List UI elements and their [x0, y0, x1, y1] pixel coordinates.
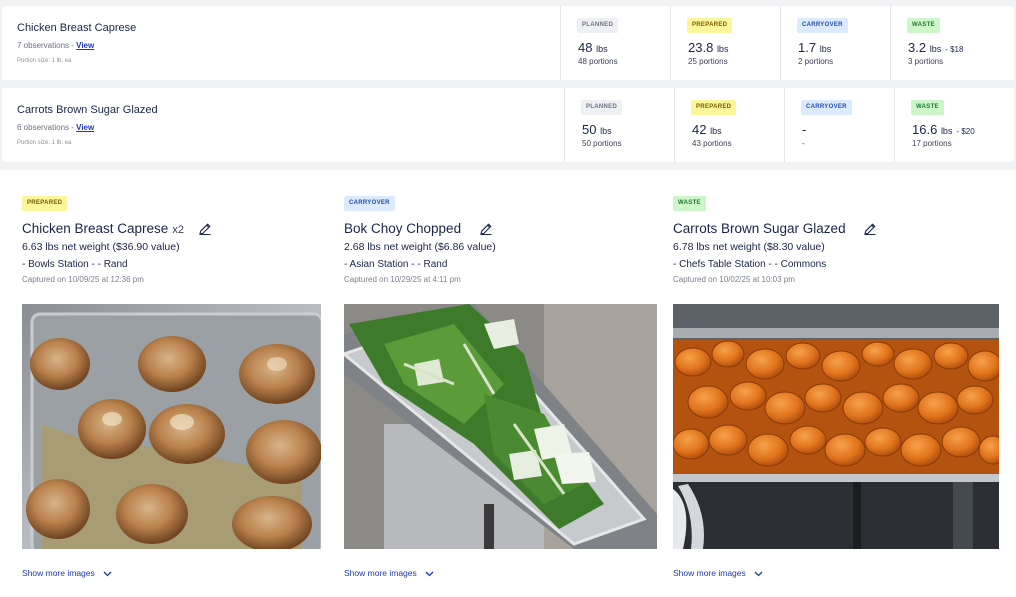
observation-captured: Captured on 10/29/25 at 4:11 pm: [344, 275, 461, 284]
waste-amount: 3.2 lbs - $18: [908, 40, 964, 55]
stat-planned: PLANNED 50 lbs 50 portions: [564, 88, 675, 162]
stat-carryover: CARRYOVER 1.7 lbs 2 portions: [780, 6, 891, 80]
observation-multiplier: x2: [172, 224, 184, 236]
portion-size: Portion size: 1 lb. ea: [17, 140, 72, 146]
chevron-down-icon: [754, 571, 763, 577]
show-more-images-button[interactable]: Show more images: [22, 568, 112, 578]
prepared-amount: 23.8 lbs: [688, 40, 729, 55]
observation-weight: 2.68 lbs net weight ($6.86 value): [344, 241, 496, 253]
pencil-icon[interactable]: [198, 222, 212, 236]
carryover-badge: CARRYOVER: [801, 100, 852, 115]
observation-station: - Chefs Table Station - - Commons: [673, 259, 827, 270]
prepared-portions: 25 portions: [688, 57, 728, 66]
observation-badge: WASTE: [673, 196, 706, 211]
waste-portions: 17 portions: [912, 139, 952, 148]
show-more-images-button[interactable]: Show more images: [673, 568, 763, 578]
show-more-images-button[interactable]: Show more images: [344, 568, 434, 578]
carryover-amount: -: [802, 122, 807, 137]
summary-card: Chicken Breast Caprese 7 observations - …: [2, 6, 1014, 80]
prepared-portions: 43 portions: [692, 139, 732, 148]
photo-carrots-brown-sugar-glazed[interactable]: [673, 304, 999, 549]
observation-badge: PREPARED: [22, 196, 68, 211]
observation-item-name: Carrots Brown Sugar Glazed: [673, 221, 846, 236]
prepared-badge: PREPARED: [687, 18, 733, 33]
observation-captured: Captured on 10/09/25 at 12:36 pm: [22, 275, 144, 284]
observation-badge: CARRYOVER: [344, 196, 395, 211]
observation-weight: 6.78 lbs net weight ($8.30 value): [673, 241, 825, 253]
observation-item-name: Bok Choy Chopped: [344, 221, 462, 236]
carryover-badge: CARRYOVER: [797, 18, 848, 33]
observation-item: Carrots Brown Sugar Glazed: [673, 221, 877, 236]
stat-waste: WASTE 3.2 lbs - $18 3 portions: [890, 6, 1015, 80]
summary-card-title: Chicken Breast Caprese: [17, 22, 137, 34]
observations-count: 7 observations - View: [17, 41, 95, 50]
observation-weight: 6.63 lbs net weight ($36.90 value): [22, 241, 180, 253]
carryover-portions: 2 portions: [798, 57, 834, 66]
planned-badge: PLANNED: [581, 100, 623, 115]
observation-captured: Captured on 10/02/25 at 10:03 pm: [673, 275, 795, 284]
waste-badge: WASTE: [911, 100, 944, 115]
planned-amount: 48 lbs: [578, 40, 608, 55]
chevron-down-icon: [425, 571, 434, 577]
stat-planned: PLANNED 48 lbs 48 portions: [560, 6, 671, 80]
waste-cost: - $18: [945, 45, 964, 54]
observation-list: PREPARED Chicken Breast Caprese x2 6.63 l…: [0, 170, 1016, 597]
observation-station: - Bowls Station - - Rand: [22, 259, 128, 270]
view-link[interactable]: View: [76, 123, 94, 132]
observation-station: - Asian Station - - Rand: [344, 259, 448, 270]
waste-badge: WASTE: [907, 18, 940, 33]
prepared-amount: 42 lbs: [692, 122, 722, 137]
observation-item: Bok Choy Chopped: [344, 221, 493, 236]
planned-amount: 50 lbs: [582, 122, 612, 137]
photo-chicken-breast-caprese[interactable]: [22, 304, 321, 549]
observation-item-name: Chicken Breast Caprese: [22, 221, 169, 236]
pencil-icon[interactable]: [479, 222, 493, 236]
waste-portions: 3 portions: [908, 57, 944, 66]
view-link[interactable]: View: [76, 41, 94, 50]
stat-prepared: PREPARED 42 lbs 43 portions: [674, 88, 785, 162]
observations-count: 6 observations - View: [17, 123, 95, 132]
observation-item: Chicken Breast Caprese x2: [22, 221, 212, 236]
stat-prepared: PREPARED 23.8 lbs 25 portions: [670, 6, 781, 80]
planned-badge: PLANNED: [577, 18, 619, 33]
pencil-icon[interactable]: [863, 222, 877, 236]
stat-carryover: CARRYOVER - -: [784, 88, 895, 162]
waste-amount: 16.6 lbs - $20: [912, 122, 975, 137]
carryover-amount: 1.7 lbs: [798, 40, 832, 55]
chevron-down-icon: [103, 571, 112, 577]
planned-portions: 48 portions: [578, 57, 618, 66]
summary-card: Carrots Brown Sugar Glazed 6 observation…: [2, 88, 1014, 162]
photo-bok-choy-chopped[interactable]: [344, 304, 657, 549]
portion-size: Portion size: 1 lb. ea: [17, 58, 72, 64]
carryover-portions: -: [802, 139, 805, 148]
prepared-badge: PREPARED: [691, 100, 737, 115]
summary-card-title: Carrots Brown Sugar Glazed: [17, 104, 158, 116]
planned-portions: 50 portions: [582, 139, 622, 148]
stat-waste: WASTE 16.6 lbs - $20 17 portions: [894, 88, 1015, 162]
waste-cost: - $20: [956, 127, 975, 136]
